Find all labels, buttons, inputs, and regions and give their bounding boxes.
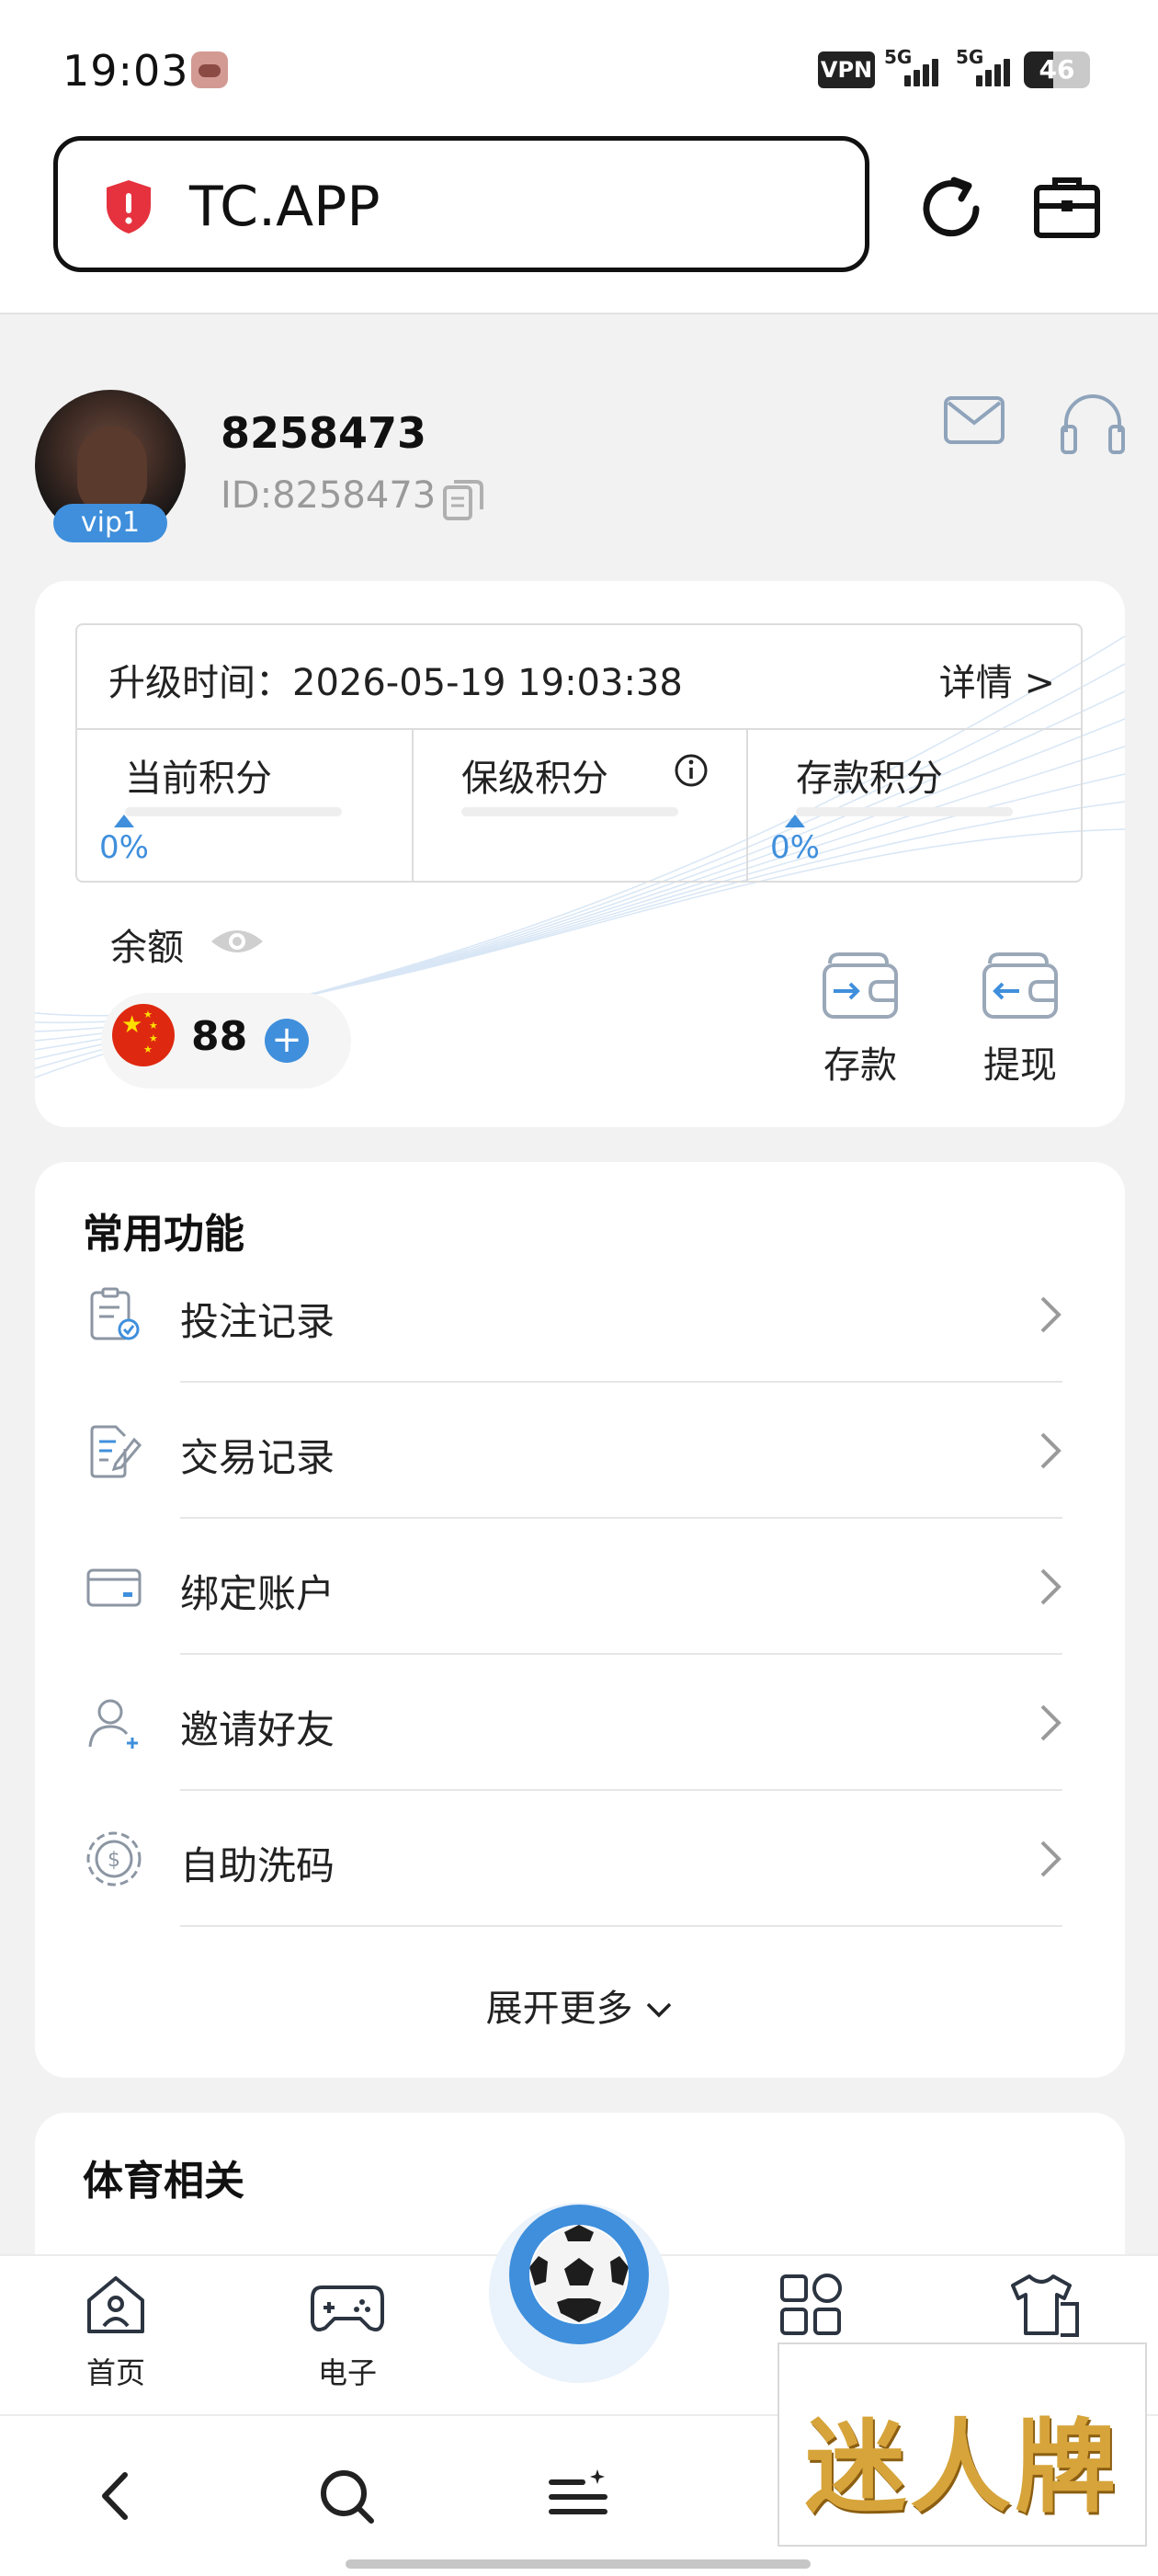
battery-icon: 46 (1024, 51, 1090, 88)
expand-more-button[interactable]: 展开更多 (35, 1978, 1125, 2032)
details-link[interactable]: 详情 > (939, 653, 1055, 706)
customer-service-icon[interactable] (1059, 392, 1127, 456)
chevron-right-icon (1040, 1841, 1062, 1877)
deposit-points-label: 存款积分 (796, 758, 943, 800)
menu-item-invite-friends[interactable]: 邀请好友 (35, 1655, 1125, 1791)
chevron-right-icon (1040, 1568, 1062, 1605)
signal-2-icon: 5G (956, 46, 1018, 90)
nav-electronic-label: 电子 (317, 2355, 377, 2390)
upgrade-time-label: 升级时间： (108, 662, 292, 704)
deposit-points: 存款积分 0% (746, 728, 1083, 881)
menu-item-bind-account[interactable]: 绑定账户 (35, 1519, 1125, 1655)
invite-user-icon (88, 1699, 138, 1749)
keep-level-points: 保级积分 (412, 728, 748, 881)
chevron-down-icon (647, 2002, 672, 2018)
nav-sponsor[interactable] (980, 2271, 1108, 2342)
keep-level-points-progress (461, 807, 678, 816)
upgrade-time: 2026-05-19 19:03:38 (292, 662, 683, 704)
menu-item-self-rebate[interactable]: $ 自助洗码 (35, 1791, 1125, 1927)
info-icon[interactable] (673, 752, 710, 789)
deposit-points-percent: 0% (770, 829, 820, 866)
signal-1-icon: 5G (884, 46, 947, 90)
gamepad-icon (311, 2285, 384, 2331)
toolbox-icon[interactable] (1033, 175, 1101, 241)
vip-badge: vip1 (53, 504, 167, 542)
vpn-badge: VPN (818, 51, 875, 88)
eye-icon[interactable] (208, 923, 267, 960)
url-text[interactable]: TC.APP (189, 175, 380, 239)
withdraw-label: 提现 (983, 1044, 1057, 1087)
menu-item-label: 交易记录 (180, 1435, 335, 1480)
expand-more-label: 展开更多 (485, 1988, 633, 2030)
current-points: 当前积分 0% (77, 728, 412, 881)
add-funds-button[interactable]: + (265, 1019, 309, 1063)
keep-level-points-label: 保级积分 (461, 758, 608, 800)
user-id: ID:8258473 (221, 474, 437, 517)
menu-icon[interactable] (546, 2464, 610, 2528)
chevron-right-icon (1040, 1704, 1062, 1741)
nav-home-label: 首页 (85, 2355, 145, 2390)
rebate-chip-icon: $ (86, 1831, 142, 1886)
nav-apps[interactable] (746, 2271, 875, 2342)
withdraw-wallet-icon (982, 952, 1058, 1019)
home-indicator (346, 2559, 811, 2569)
nav-electronic[interactable]: 电子 (283, 2271, 412, 2392)
watermark-logo: 迷人牌 (778, 2342, 1147, 2547)
notification-app-icon (191, 51, 228, 88)
status-time: 19:03 (62, 46, 189, 96)
grid-icon (780, 2274, 842, 2335)
menu-item-label: 投注记录 (180, 1299, 335, 1344)
menu-item-label: 邀请好友 (180, 1707, 335, 1752)
progress-marker-icon (785, 815, 805, 827)
balance-amount: 88 (191, 1013, 248, 1060)
mail-icon[interactable] (943, 395, 1005, 445)
current-points-progress (125, 807, 342, 816)
menu-item-bet-record[interactable]: 投注记录 (35, 1247, 1125, 1383)
sports-title: 体育相关 (83, 2158, 244, 2205)
common-functions-card: 常用功能 投注记录 交易记录 绑定账户 邀请好友 $ 自助洗码 展开更多 (35, 1162, 1125, 2078)
deposit-label: 存款 (823, 1044, 897, 1087)
chevron-right-icon (1040, 1432, 1062, 1469)
menu-item-label: 自助洗码 (180, 1843, 335, 1888)
username: 8258473 (221, 408, 427, 458)
status-bar: 19:03 VPN 5G 5G 46 (0, 0, 1158, 138)
upgrade-row[interactable]: 升级时间：2026-05-19 19:03:38 详情 > (77, 625, 1081, 730)
vip-level-card: 升级时间：2026-05-19 19:03:38 详情 > 当前积分 0% 保级… (35, 581, 1125, 1127)
home-icon (87, 2276, 144, 2333)
current-points-label: 当前积分 (125, 758, 272, 800)
url-bar[interactable] (53, 136, 869, 272)
bet-record-icon (90, 1287, 140, 1340)
copy-icon[interactable] (441, 476, 485, 522)
transaction-record-icon (90, 1425, 142, 1478)
nav-home[interactable]: 首页 (51, 2271, 180, 2392)
china-flag-icon: ★ ★ ★ ★ ★ (112, 1004, 175, 1066)
reload-icon[interactable] (915, 173, 987, 245)
deposit-wallet-icon (823, 952, 898, 1019)
back-icon[interactable] (85, 2464, 149, 2528)
watermark-text: 迷人牌 (805, 2408, 1119, 2526)
soccer-ball-icon (529, 2225, 629, 2324)
menu-item-label: 绑定账户 (180, 1571, 335, 1616)
deposit-points-progress (796, 807, 1013, 816)
balance-label: 余额 (110, 927, 184, 969)
jersey-icon (1011, 2274, 1079, 2337)
svg-text:$: $ (108, 1849, 120, 1872)
card-icon (86, 1568, 142, 1607)
current-points-percent: 0% (99, 829, 149, 866)
divider (180, 1925, 1062, 1927)
withdraw-button[interactable]: 提现 (965, 949, 1075, 1089)
chevron-right-icon (1040, 1296, 1062, 1333)
menu-item-transaction-record[interactable]: 交易记录 (35, 1383, 1125, 1519)
security-shield-icon[interactable] (103, 178, 154, 235)
level-table: 升级时间：2026-05-19 19:03:38 详情 > 当前积分 0% 保级… (75, 623, 1083, 883)
search-icon[interactable] (314, 2464, 379, 2528)
progress-marker-icon (114, 815, 134, 827)
deposit-button[interactable]: 存款 (805, 949, 915, 1089)
